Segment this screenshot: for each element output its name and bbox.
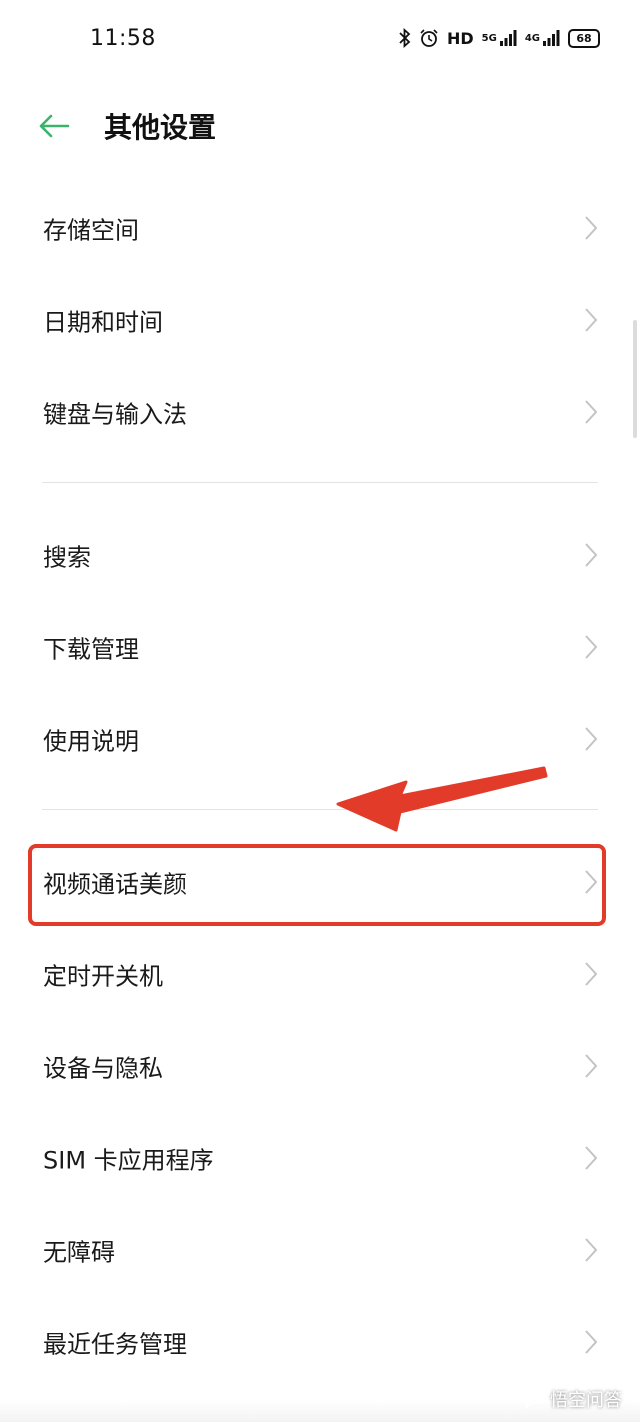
status-icons: HD 5G 4G 68 xyxy=(399,28,600,48)
chevron-right-icon xyxy=(585,216,598,240)
speech-bubble-icon xyxy=(523,1389,543,1409)
watermark: 悟空问答 xyxy=(522,1386,622,1412)
chevron-right-icon xyxy=(585,308,598,332)
settings-item-label: 定时开关机 xyxy=(43,962,163,991)
hd-label: HD xyxy=(446,28,474,48)
settings-item-accessibility[interactable]: 无障碍 xyxy=(0,1204,640,1296)
settings-item-date-time[interactable]: 日期和时间 xyxy=(0,274,640,366)
settings-item-search[interactable]: 搜索 xyxy=(0,509,640,601)
page-title: 其他设置 xyxy=(104,111,217,144)
alarm-icon xyxy=(419,28,439,48)
settings-item-label: SIM 卡应用程序 xyxy=(43,1146,214,1175)
signal-4g-label: 4G xyxy=(524,32,540,44)
red-arrow-annotation xyxy=(336,766,548,832)
settings-item-recent-tasks[interactable]: 最近任务管理 xyxy=(0,1296,640,1388)
signal-5g-icon: 5G xyxy=(482,29,517,47)
back-button[interactable] xyxy=(34,108,74,144)
chevron-right-icon xyxy=(585,635,598,659)
watermark-text: 悟空问答 xyxy=(550,1390,622,1411)
settings-item-downloads[interactable]: 下载管理 xyxy=(0,601,640,693)
chevron-right-icon xyxy=(585,1238,598,1262)
chevron-right-icon xyxy=(585,962,598,986)
settings-item-label: 搜索 xyxy=(43,543,91,572)
settings-item-label: 键盘与输入法 xyxy=(43,400,187,429)
signal-5g-label: 5G xyxy=(481,32,497,44)
chevron-right-icon xyxy=(585,1146,598,1170)
settings-item-storage[interactable]: 存储空间 xyxy=(0,182,640,274)
settings-item-device-privacy[interactable]: 设备与隐私 xyxy=(0,1020,640,1112)
settings-item-scheduled-power[interactable]: 定时开关机 xyxy=(0,928,640,1020)
battery-level: 68 xyxy=(576,31,592,45)
status-bar: 11:58 HD 5G 4G 68 xyxy=(0,0,640,84)
settings-item-label: 最近任务管理 xyxy=(43,1330,187,1359)
header: 其他设置 xyxy=(0,84,640,168)
status-time: 11:58 xyxy=(90,26,156,51)
bluetooth-icon xyxy=(399,28,411,48)
arrow-left-icon xyxy=(39,114,70,138)
signal-4g-icon: 4G xyxy=(525,29,560,47)
chevron-right-icon xyxy=(585,1054,598,1078)
section-divider xyxy=(42,482,598,483)
scrollbar-thumb[interactable] xyxy=(633,320,637,438)
battery-icon: 68 xyxy=(568,28,600,48)
settings-item-sim-apps[interactable]: SIM 卡应用程序 xyxy=(0,1112,640,1204)
chevron-right-icon xyxy=(585,543,598,567)
chevron-right-icon xyxy=(585,1330,598,1354)
settings-item-label: 无障碍 xyxy=(43,1238,115,1267)
settings-item-label: 使用说明 xyxy=(43,727,139,756)
settings-item-keyboard[interactable]: 键盘与输入法 xyxy=(0,366,640,458)
settings-item-label: 日期和时间 xyxy=(43,308,163,337)
chevron-right-icon xyxy=(585,727,598,751)
settings-item-label: 下载管理 xyxy=(43,635,139,664)
highlight-box xyxy=(28,844,606,926)
settings-item-label: 存储空间 xyxy=(43,216,139,245)
settings-item-label: 设备与隐私 xyxy=(43,1054,163,1083)
chevron-right-icon xyxy=(585,400,598,424)
